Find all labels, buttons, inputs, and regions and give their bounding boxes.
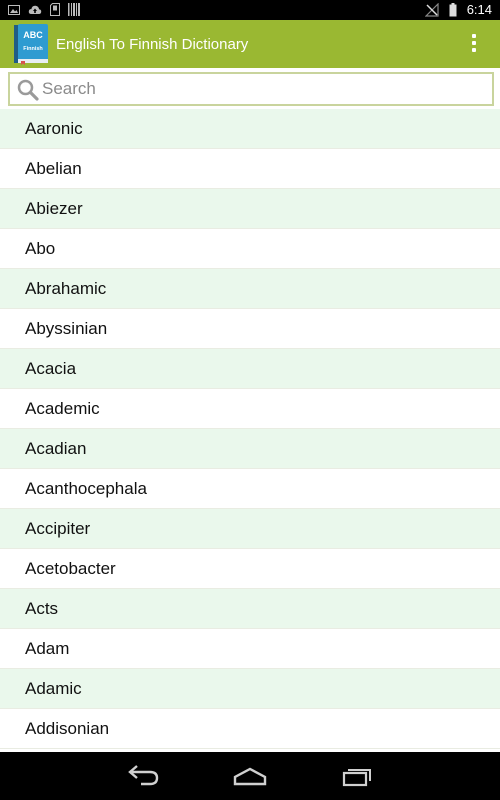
status-bar: 6:14 xyxy=(0,0,500,20)
list-item[interactable]: Acadian xyxy=(0,429,500,469)
sd-card-icon xyxy=(50,3,60,16)
search-icon xyxy=(17,79,39,101)
cloud-upload-icon xyxy=(28,5,42,14)
list-item[interactable]: Abo xyxy=(0,229,500,269)
barcode-icon xyxy=(68,3,80,16)
list-item[interactable]: Abrahamic xyxy=(0,269,500,309)
image-icon xyxy=(8,4,20,15)
list-item[interactable]: Aaronic xyxy=(0,109,500,149)
list-item[interactable]: Adam xyxy=(0,629,500,669)
list-item[interactable]: Abyssinian xyxy=(0,309,500,349)
home-icon[interactable] xyxy=(230,762,270,790)
battery-icon xyxy=(449,3,457,17)
status-time: 6:14 xyxy=(466,2,492,17)
status-right-icons: 6:14 xyxy=(424,2,492,18)
overflow-dot xyxy=(472,34,476,38)
list-item[interactable]: Adamic xyxy=(0,669,500,709)
app-icon-abc-text: ABC xyxy=(23,30,43,40)
list-item[interactable]: Acts xyxy=(0,589,500,629)
app-bar: ABC Finnish English To Finnish Dictionar… xyxy=(0,20,500,68)
list-item[interactable]: Acacia xyxy=(0,349,500,389)
no-signal-icon xyxy=(424,3,439,17)
recent-apps-icon[interactable] xyxy=(336,762,376,790)
list-item[interactable]: Abelian xyxy=(0,149,500,189)
search-box xyxy=(8,72,494,106)
overflow-dot xyxy=(472,41,476,45)
overflow-dot xyxy=(472,48,476,52)
overflow-menu-button[interactable] xyxy=(470,34,478,54)
app-icon-finnish-text: Finnish xyxy=(23,46,43,52)
search-input[interactable] xyxy=(42,76,482,102)
app-title: English To Finnish Dictionary xyxy=(56,36,249,53)
word-list: Aaronic Abelian Abiezer Abo Abrahamic Abyssin… xyxy=(0,109,500,752)
back-icon[interactable] xyxy=(124,762,164,790)
list-item[interactable]: Acetobacter xyxy=(0,549,500,589)
list-item[interactable]: Accipiter xyxy=(0,509,500,549)
list-item[interactable]: Abiezer xyxy=(0,189,500,229)
dictionary-book-icon[interactable]: ABC Finnish xyxy=(13,23,49,65)
navigation-bar xyxy=(0,752,500,800)
list-item[interactable]: Addisonian xyxy=(0,709,500,749)
status-left-icons xyxy=(8,3,80,16)
list-item[interactable]: Academic xyxy=(0,389,500,429)
list-item[interactable]: Acanthocephala xyxy=(0,469,500,509)
